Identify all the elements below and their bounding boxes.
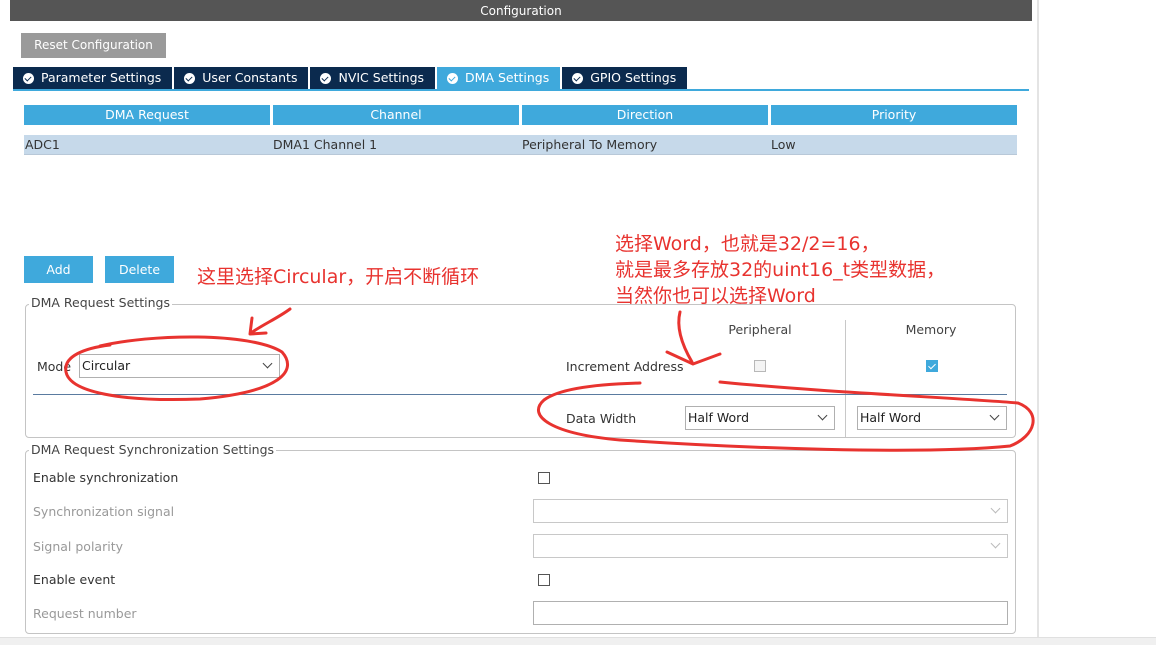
group-legend: DMA Request Settings xyxy=(29,295,172,310)
section-divider xyxy=(33,394,1007,395)
width-annotation-line-1: 选择Word，也就是32/2=16， xyxy=(615,233,880,255)
background-area xyxy=(1039,0,1156,637)
chevron-down-icon xyxy=(262,358,273,369)
width-annotation-line-3: 当然你也可以选择Word xyxy=(615,285,816,307)
memory-column-header: Memory xyxy=(905,322,957,337)
tab-nvic-settings[interactable]: NVIC Settings xyxy=(310,67,436,89)
table-cell-direction[interactable]: Peripheral To Memory xyxy=(521,135,770,154)
add-button[interactable]: Add xyxy=(24,256,93,283)
reset-configuration-button[interactable]: Reset Configuration xyxy=(21,33,166,58)
enable-synchronization-label: Enable synchronization xyxy=(33,470,179,485)
check-circle-icon xyxy=(447,72,459,84)
chevron-down-icon xyxy=(817,410,828,421)
bottom-border xyxy=(0,637,1156,645)
tab-underline xyxy=(13,89,1029,91)
column-header-channel[interactable]: Channel xyxy=(273,105,519,125)
width-annotation-line-2: 就是最多存放32的uint16_t类型数据， xyxy=(615,259,946,281)
table-cell-priority[interactable]: Low xyxy=(770,135,1017,154)
column-header-direction[interactable]: Direction xyxy=(522,105,768,125)
window-title: Configuration xyxy=(10,0,1032,21)
tab-label: Parameter Settings xyxy=(41,70,162,85)
peripheral-data-width-select[interactable]: Half Word xyxy=(685,406,835,430)
data-width-label: Data Width xyxy=(566,411,637,426)
mode-label: Mode xyxy=(37,359,72,374)
peripheral-column-header: Peripheral xyxy=(728,322,792,337)
tab-gpio-settings[interactable]: GPIO Settings xyxy=(562,67,688,89)
memory-data-width-value: Half Word xyxy=(860,410,922,425)
check-circle-icon xyxy=(320,72,332,84)
memory-data-width-select[interactable]: Half Word xyxy=(857,406,1007,430)
tab-dma-settings[interactable]: DMA Settings xyxy=(437,67,561,89)
mode-select[interactable]: Circular xyxy=(79,354,280,378)
delete-button[interactable]: Delete xyxy=(105,256,174,283)
tab-label: DMA Settings xyxy=(465,70,550,85)
column-header-dma-request[interactable]: DMA Request xyxy=(24,105,270,125)
synchronization-signal-select[interactable] xyxy=(533,499,1008,523)
row-divider xyxy=(24,154,1017,155)
tab-user-constants[interactable]: User Constants xyxy=(174,67,309,89)
chevron-down-icon xyxy=(990,503,1001,514)
tab-bar: Parameter Settings User Constants NVIC S… xyxy=(13,67,689,89)
signal-polarity-label: Signal polarity xyxy=(33,539,123,554)
enable-synchronization-checkbox[interactable] xyxy=(538,472,550,484)
tab-label: NVIC Settings xyxy=(338,70,425,85)
enable-event-label: Enable event xyxy=(33,572,116,587)
column-header-priority[interactable]: Priority xyxy=(771,105,1017,125)
tab-parameter-settings[interactable]: Parameter Settings xyxy=(13,67,173,89)
tab-label: User Constants xyxy=(202,70,298,85)
increment-address-label: Increment Address xyxy=(566,359,684,374)
check-circle-icon xyxy=(23,72,34,84)
check-circle-icon xyxy=(184,72,196,84)
tab-label: GPIO Settings xyxy=(590,70,677,85)
table-cell-request[interactable]: ADC1 xyxy=(24,135,272,154)
chevron-down-icon xyxy=(989,410,1000,421)
memory-increment-checkbox[interactable] xyxy=(926,360,938,372)
signal-polarity-select[interactable] xyxy=(533,534,1008,558)
table-cell-channel[interactable]: DMA1 Channel 1 xyxy=(272,135,521,154)
mode-select-value: Circular xyxy=(82,358,131,373)
request-number-label: Request number xyxy=(33,606,137,621)
check-circle-icon xyxy=(572,72,584,84)
synchronization-signal-label: Synchronization signal xyxy=(33,504,175,519)
mode-annotation-note: 这里选择Circular，开启不断循环 xyxy=(197,266,480,288)
peripheral-data-width-value: Half Word xyxy=(688,410,750,425)
request-number-input[interactable] xyxy=(533,601,1008,625)
enable-event-checkbox[interactable] xyxy=(538,574,550,586)
chevron-down-icon xyxy=(990,538,1001,549)
column-divider xyxy=(845,320,846,437)
peripheral-increment-checkbox[interactable] xyxy=(754,360,766,372)
group-legend: DMA Request Synchronization Settings xyxy=(29,442,277,457)
